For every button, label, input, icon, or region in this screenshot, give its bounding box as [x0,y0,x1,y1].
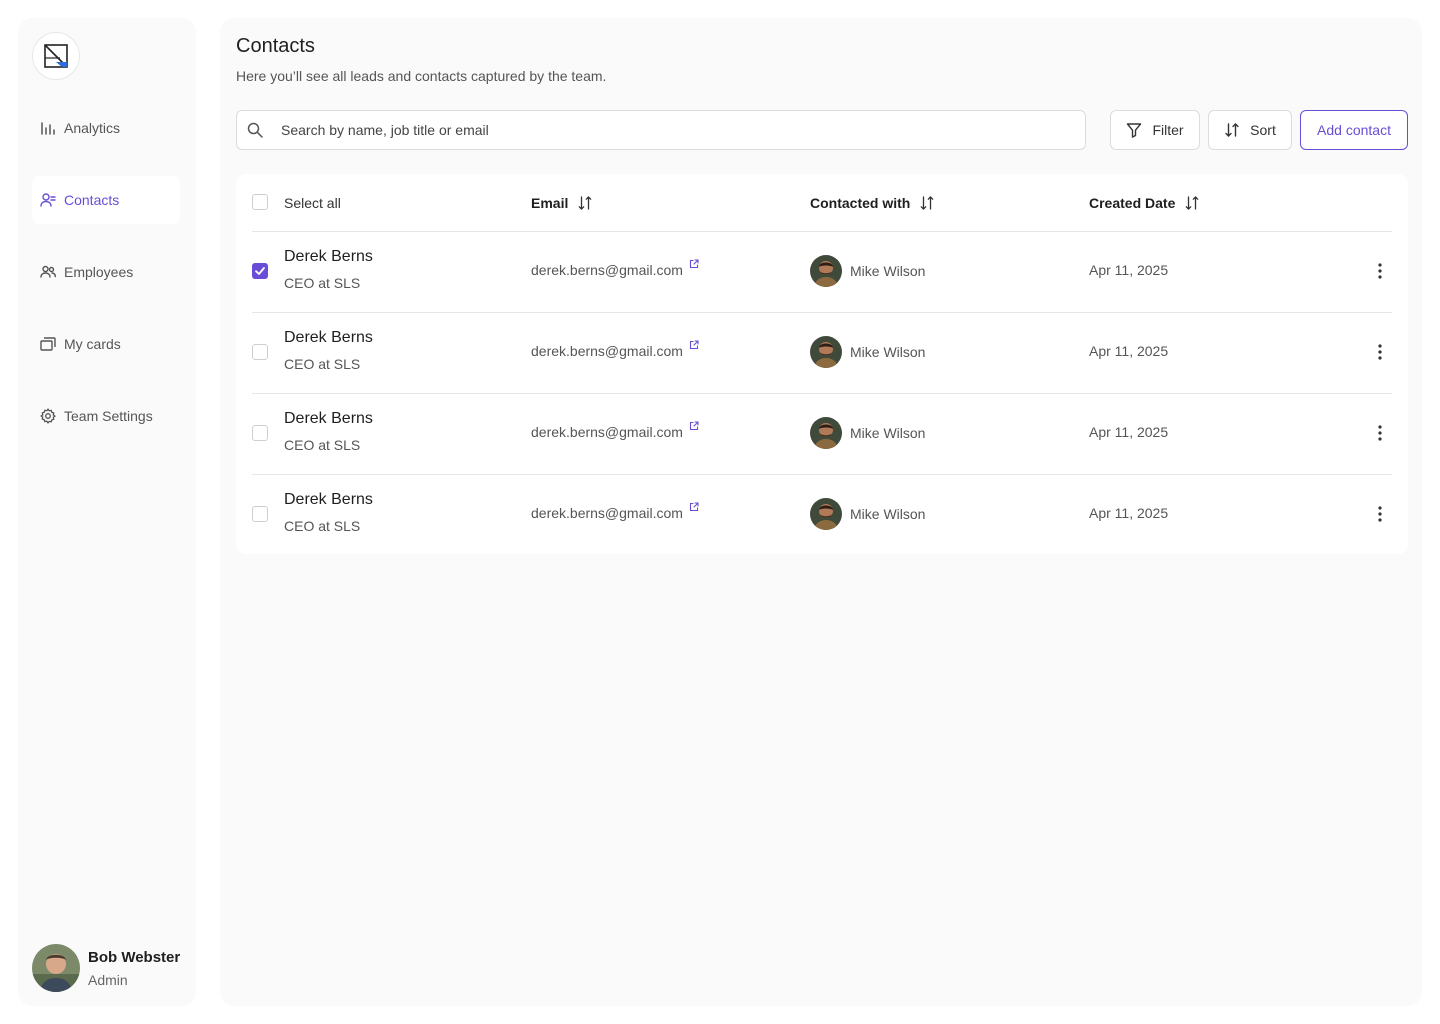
row-checkbox[interactable] [252,425,268,441]
avatar [810,255,842,287]
row-divider [252,312,1392,313]
sidebar-item-label: Team Settings [64,408,153,424]
filter-label: Filter [1152,122,1184,138]
contact-name: Derek Berns [284,491,373,508]
table-row[interactable]: Derek Berns CEO at SLS derek.berns@gmail… [236,312,1408,393]
contact-email[interactable]: derek.berns@gmail.com [531,340,699,359]
created-date: Apr 11, 2025 [1089,343,1169,359]
email-text: derek.berns@gmail.com [531,505,683,521]
more-options-icon[interactable] [1370,421,1390,445]
column-header-email[interactable]: Email [531,174,592,231]
contacts-table: Select all Email Contacted with Created … [236,174,1408,554]
created-date: Apr 11, 2025 [1089,505,1169,521]
users-icon [40,264,56,280]
sidebar-item-label: My cards [64,336,121,352]
sort-icon [1224,122,1240,138]
table-row[interactable]: Derek Berns CEO at SLS derek.berns@gmail… [236,393,1408,474]
contacted-with-name: Mike Wilson [850,344,926,360]
contacted-with-name: Mike Wilson [850,506,926,522]
search-box[interactable] [236,110,1086,150]
sidebar-item-employees[interactable]: Employees [32,248,180,296]
filter-icon [1126,122,1142,138]
contact-name: Derek Berns [284,410,373,427]
sidebar-item-label: Employees [64,264,134,280]
email-text: derek.berns@gmail.com [531,343,683,359]
avatar [32,944,80,992]
contact-name: Derek Berns [284,248,373,265]
profile-name: Bob Webster [88,948,181,966]
table-row[interactable]: Derek Berns CEO at SLS derek.berns@gmail… [236,231,1408,312]
row-divider [252,393,1392,394]
external-link-icon[interactable] [689,340,699,350]
sidebar-item-contacts[interactable]: Contacts [32,176,180,224]
table-row[interactable]: Derek Berns CEO at SLS derek.berns@gmail… [236,474,1408,555]
user-contacts-icon [40,192,56,208]
table-header: Select all Email Contacted with Created … [236,174,1408,231]
contacted-with: Mike Wilson [810,498,925,530]
contacted-with-name: Mike Wilson [850,425,926,441]
contacted-with: Mike Wilson [810,336,925,368]
row-divider [252,474,1392,475]
contact-job-title: CEO at SLS [284,518,361,534]
avatar [810,417,842,449]
more-options-icon[interactable] [1370,340,1390,364]
page-title: Contacts [236,35,315,57]
created-date: Apr 11, 2025 [1089,262,1169,278]
created-date: Apr 11, 2025 [1089,424,1169,440]
sidebar: Analytics Contacts Employees My cards Te… [18,18,196,1006]
page-subtitle: Here you’ll see all leads and contacts c… [236,68,607,84]
contacted-with-name: Mike Wilson [850,263,926,279]
add-contact-button[interactable]: Add contact [1300,110,1408,150]
contact-email[interactable]: derek.berns@gmail.com [531,421,699,440]
cards-icon [40,336,56,352]
contact-job-title: CEO at SLS [284,437,361,453]
contact-email[interactable]: derek.berns@gmail.com [531,502,699,521]
more-options-icon[interactable] [1370,259,1390,283]
main-panel: Contacts Here you’ll see all leads and c… [220,18,1422,1006]
sidebar-item-team-settings[interactable]: Team Settings [32,392,180,440]
contacted-with: Mike Wilson [810,255,925,287]
contact-email[interactable]: derek.berns@gmail.com [531,259,699,278]
sidebar-item-label: Analytics [64,120,121,136]
avatar [810,336,842,368]
search-icon [245,120,265,140]
bar-chart-icon [40,120,56,136]
sidebar-item-analytics[interactable]: Analytics [32,104,180,152]
avatar [810,498,842,530]
contact-job-title: CEO at SLS [284,275,361,291]
row-checkbox[interactable] [252,506,268,522]
select-all-label: Select all [284,194,341,211]
email-text: derek.berns@gmail.com [531,262,683,278]
email-text: derek.berns@gmail.com [531,424,683,440]
contact-name: Derek Berns [284,329,373,346]
profile-role: Admin [88,971,128,988]
more-options-icon[interactable] [1370,502,1390,526]
sidebar-item-my-cards[interactable]: My cards [32,320,180,368]
external-link-icon[interactable] [689,421,699,431]
filter-button[interactable]: Filter [1110,110,1200,150]
sort-icon[interactable] [578,195,592,211]
user-profile[interactable]: Bob Webster Admin [32,944,192,992]
search-input[interactable] [281,122,1061,138]
check-icon [255,267,265,275]
row-checkbox[interactable] [252,263,268,279]
logo[interactable] [32,32,80,80]
gear-icon [40,408,56,424]
sort-label: Sort [1250,122,1276,138]
column-header-created-date[interactable]: Created Date [1089,174,1199,231]
external-link-icon[interactable] [689,502,699,512]
select-all-checkbox[interactable] [252,194,268,210]
column-header-contacted-with[interactable]: Contacted with [810,174,934,231]
row-checkbox[interactable] [252,344,268,360]
contacted-with: Mike Wilson [810,417,925,449]
external-link-icon[interactable] [689,259,699,269]
contact-job-title: CEO at SLS [284,356,361,372]
sort-button[interactable]: Sort [1208,110,1292,150]
logo-icon [44,44,68,68]
sort-icon[interactable] [920,195,934,211]
sidebar-item-label: Contacts [64,192,120,208]
row-divider [252,231,1392,232]
sort-icon[interactable] [1185,195,1199,211]
